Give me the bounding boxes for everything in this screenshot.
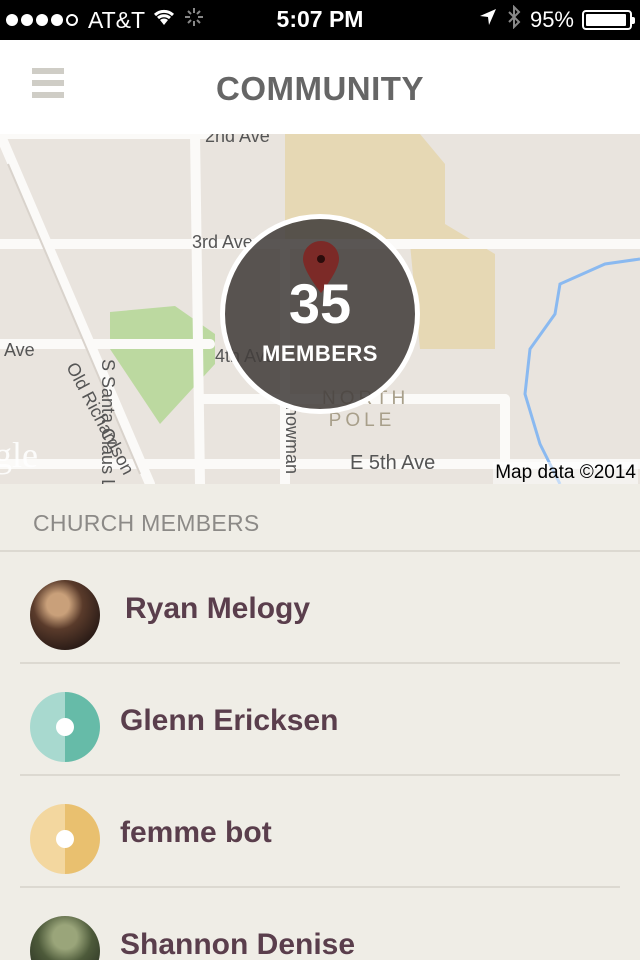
member-name: Glenn Ericksen	[120, 704, 339, 737]
list-item[interactable]: Glenn Ericksen	[0, 664, 640, 776]
avatar	[30, 916, 100, 960]
map-street-label: Ave	[4, 340, 35, 360]
map-attribution[interactable]: Map data ©2014	[493, 462, 638, 484]
page-title: COMMUNITY	[216, 70, 424, 107]
google-logo: gle	[0, 435, 38, 475]
map-street-label: 2nd Ave	[205, 134, 270, 146]
list-item[interactable]: Shannon Denise	[0, 888, 640, 960]
member-count: 35	[288, 272, 352, 335]
member-list: Ryan Melogy Glenn Ericksen femme bot Sha…	[0, 552, 640, 960]
member-name: Ryan Melogy	[125, 592, 311, 625]
member-name: femme bot	[120, 816, 272, 849]
avatar	[30, 580, 100, 650]
avatar	[30, 692, 100, 762]
map-street-label: nowman	[282, 406, 302, 475]
bluetooth-icon	[506, 4, 522, 35]
status-bar: AT&T 5:07 PM 95%	[0, 0, 640, 40]
member-name: Shannon Denise	[120, 928, 356, 960]
battery-icon	[582, 10, 635, 30]
section-title: CHURCH MEMBERS	[33, 510, 260, 536]
list-item[interactable]: Ryan Melogy	[0, 552, 640, 664]
nav-bar: COMMUNITY	[0, 40, 640, 134]
section-header: CHURCH MEMBERS	[0, 484, 640, 552]
list-item[interactable]: femme bot	[0, 776, 640, 888]
avatar	[30, 804, 100, 874]
member-count-label: MEMBERS	[262, 341, 378, 366]
member-count-badge[interactable]: 35 MEMBERS	[220, 214, 420, 414]
location-arrow-icon	[478, 7, 498, 33]
map-street-label: E 5th Ave	[350, 452, 436, 474]
battery-percent: 95%	[529, 7, 574, 32]
